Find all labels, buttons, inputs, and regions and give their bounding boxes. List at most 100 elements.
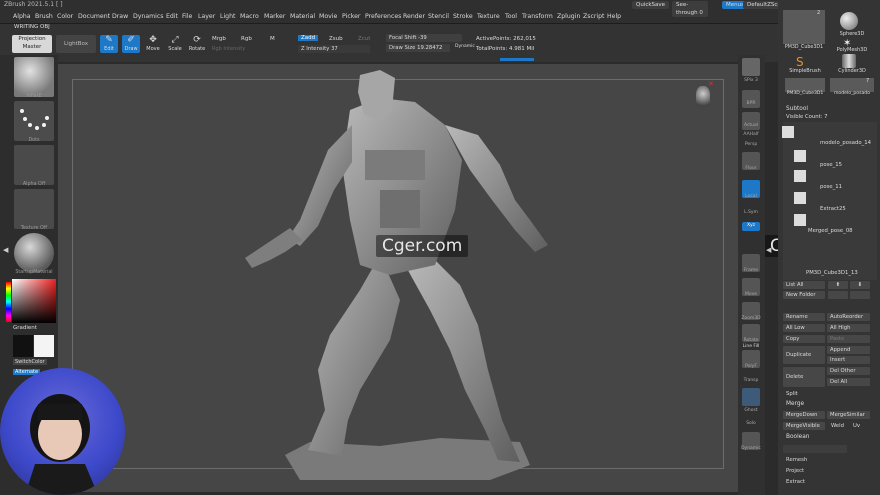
scale-button[interactable]: ⤢ Scale [166,35,184,53]
menu-help[interactable]: Help [607,10,621,23]
menu-stroke[interactable]: Stroke [453,10,473,23]
subtool-title[interactable]: Subtool [786,106,808,112]
hue-strip[interactable] [6,282,11,322]
draw-size-slider[interactable]: Draw Size 19.28472 [386,44,450,52]
del-all-button[interactable]: Del All [827,378,870,386]
aahalf-label[interactable]: AAHalf [739,132,763,137]
menu-zplugin[interactable]: Zplugin [557,10,580,23]
arrow-right-button[interactable] [850,291,870,299]
sculpt-model[interactable] [230,70,570,485]
menu-alpha[interactable]: Alpha [13,10,31,23]
all-low-button[interactable]: All Low [783,324,825,332]
subtool-row[interactable] [782,168,876,184]
menu-marker[interactable]: Marker [264,10,285,23]
duplicate-button[interactable]: Duplicate [783,346,825,364]
rename-button[interactable]: Rename [783,313,825,321]
ghost-button[interactable] [742,388,760,406]
menu-dynamics[interactable]: Dynamics [133,10,164,23]
move-down-button[interactable]: ⬇ [850,281,870,289]
menu-transform[interactable]: Transform [522,10,553,23]
navigation-head-gizmo[interactable] [696,86,710,108]
bpr-button[interactable] [742,58,760,76]
new-folder-button[interactable]: New Folder [783,291,825,299]
focal-shift-slider[interactable]: Focal Shift -39 [386,34,462,42]
menu-draw[interactable]: Draw [112,10,128,23]
lsym-label[interactable]: L.Sym [739,210,763,215]
color-picker[interactable] [12,279,56,323]
remesh-button[interactable]: Remesh [783,456,825,464]
sphere3d-icon[interactable] [840,12,858,30]
del-other-button[interactable]: Del Other [827,367,870,375]
projection-master-button[interactable]: Projection Master [12,35,52,53]
all-high-button[interactable]: All High [827,324,870,332]
menu-file[interactable]: File [182,10,192,23]
menu-render[interactable]: Render [403,10,425,23]
menu-picker[interactable]: Picker [342,10,360,23]
simplebrush-icon[interactable]: S [796,55,804,69]
switch-color-button[interactable]: SwitchColor [13,359,47,365]
subtool-row[interactable] [782,124,876,140]
arrow-left-button[interactable] [828,291,848,299]
rgb-intensity-slider[interactable]: Rgb Intensity [212,46,245,52]
subtool-row[interactable] [782,190,876,206]
collapse-left-icon[interactable]: ◀ [3,246,8,254]
main-color-swatch[interactable] [13,335,33,357]
stroke-dots-thumbnail[interactable] [14,101,54,141]
edit-button[interactable]: ✎ Edit [100,35,118,53]
split-button[interactable]: Split [783,390,825,398]
line-fill-label[interactable]: Line Fill [739,344,763,349]
lightbox-button[interactable]: LightBox [56,35,96,53]
draw-button[interactable]: ✐ Draw [122,35,140,53]
menu-tool[interactable]: Tool [505,10,517,23]
zsub-button[interactable]: Zsub [329,36,343,42]
menu-material[interactable]: Material [290,10,315,23]
merge-similar-button[interactable]: MergeSimilar [827,411,870,419]
solo-label[interactable]: Solo [739,421,763,426]
see-through-slider[interactable]: See-through 0 [672,1,708,17]
cylinder3d-icon[interactable] [842,54,856,68]
tool-thumb-pm3d-cube-2[interactable] [785,78,825,92]
dynamic-toggle[interactable]: Dynamic [455,44,475,49]
extract-button[interactable]: Extract [783,478,825,486]
persp-label[interactable]: Persp [739,142,763,147]
project-button[interactable]: Project [783,467,825,475]
weld-toggle[interactable]: Weld [828,422,848,430]
merge-down-button[interactable]: MergeDown [783,411,825,419]
list-all-button[interactable]: List All [783,281,825,289]
zadd-button[interactable]: Zadd [298,35,319,41]
rgb-button[interactable]: Rgb [241,36,252,42]
menu-texture[interactable]: Texture [477,10,500,23]
menu-color[interactable]: Color [57,10,73,23]
gradient-toggle[interactable]: Gradient [13,325,37,331]
menu-stencil[interactable]: Stencil [428,10,449,23]
move-up-button[interactable]: ⬆ [828,281,848,289]
zcut-button[interactable]: Zcut [358,36,370,42]
menu-layer[interactable]: Layer [198,10,215,23]
menu-zscript[interactable]: Zscript [583,10,604,23]
insert-button[interactable]: Insert [827,356,870,364]
menu-macro[interactable]: Macro [240,10,259,23]
secondary-color-swatch[interactable] [34,335,54,357]
rotate-button[interactable]: ⟳ Rotate [188,35,206,53]
quicksave-button[interactable]: QuickSave [632,1,670,9]
append-button[interactable]: Append [827,346,870,354]
paste-button[interactable]: Paste [827,335,870,343]
menu-light[interactable]: Light [220,10,235,23]
boolean-slider[interactable] [783,445,847,453]
subtool-row[interactable] [782,212,876,228]
menu-edit[interactable]: Edit [166,10,178,23]
delete-button[interactable]: Delete [783,367,825,387]
brush-inflate-thumbnail[interactable] [14,57,54,97]
alpha-thumbnail[interactable] [14,145,54,185]
material-thumbnail[interactable] [14,233,54,273]
z-intensity-slider[interactable]: Z Intensity 37 [298,45,370,53]
merge-section-title[interactable]: Merge [786,401,804,407]
copy-button[interactable]: Copy [783,335,825,343]
merge-visible-button[interactable]: MergeVisible [783,422,825,430]
menu-document[interactable]: Document [78,10,110,23]
move-button[interactable]: ✥ Move [144,35,162,53]
mrgb-button[interactable]: Mrgb [212,36,226,42]
collapse-right-icon[interactable]: ◀ [766,246,771,254]
axis-gizmo-icon[interactable]: ✕ [708,80,714,88]
menu-movie[interactable]: Movie [319,10,337,23]
